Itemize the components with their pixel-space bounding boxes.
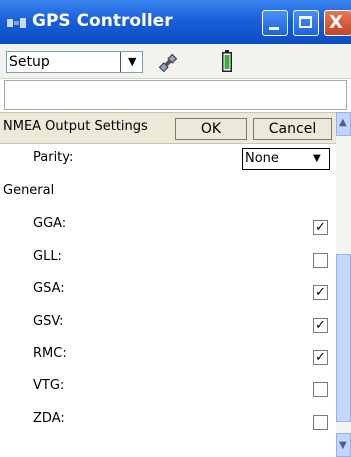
chevron-down-icon: ▼ (313, 153, 321, 164)
rmc-checkbox[interactable]: ✓ (313, 350, 328, 365)
parity-dropdown-value: None (245, 151, 279, 166)
maximize-icon (299, 16, 312, 28)
chevron-down-icon: ▼ (128, 55, 137, 68)
mode-dropdown-value: Setup (9, 54, 50, 70)
settings-header: NMEA Output Settings OK Cancel (0, 112, 336, 144)
close-icon: X (329, 12, 343, 33)
ok-button[interactable]: OK (175, 118, 247, 140)
gsv-checkbox[interactable]: ✓ (313, 318, 328, 333)
gps-app-icon (6, 16, 28, 30)
sentence-label-vtg: VTG: (33, 378, 65, 393)
sentence-label-gll: GLL: (33, 249, 62, 264)
dropdown-separator (120, 52, 121, 72)
battery-icon (222, 50, 232, 72)
general-heading: General (3, 183, 55, 198)
sentence-label-rmc: RMC: (33, 346, 67, 361)
satellite-icon[interactable] (157, 52, 179, 74)
toolbar: Setup ▼ (0, 44, 351, 79)
minimize-button[interactable] (262, 10, 288, 36)
chevron-down-icon: ▼ (339, 440, 347, 451)
chevron-up-icon: ▲ (339, 117, 347, 128)
sentence-label-gsa: GSA: (33, 281, 65, 296)
sentence-label-gsv: GSV: (33, 314, 64, 329)
close-button[interactable]: X (324, 10, 351, 36)
gsa-checkbox[interactable]: ✓ (313, 285, 328, 300)
vtg-checkbox[interactable] (313, 382, 328, 397)
gga-checkbox[interactable]: ✓ (313, 220, 328, 235)
cancel-button[interactable]: Cancel (253, 118, 332, 140)
gll-checkbox[interactable] (313, 253, 328, 268)
window-title: GPS Controller (32, 11, 173, 31)
mode-dropdown[interactable]: Setup ▼ (6, 51, 143, 73)
zda-checkbox[interactable] (313, 415, 328, 430)
sentence-label-gga: GGA: (33, 216, 67, 231)
settings-title: NMEA Output Settings (3, 119, 148, 134)
parity-dropdown[interactable]: None ▼ (242, 148, 330, 170)
minimize-icon (269, 27, 279, 30)
vertical-scrollbar[interactable]: ▲ ▼ (336, 112, 351, 457)
title-bar: GPS Controller X (0, 0, 351, 44)
scroll-up-button[interactable]: ▲ (336, 112, 351, 136)
status-field (4, 80, 347, 110)
parity-label: Parity: (33, 150, 74, 165)
scroll-down-button[interactable]: ▼ (336, 433, 351, 457)
scroll-thumb[interactable] (336, 254, 351, 422)
maximize-button[interactable] (293, 10, 319, 36)
sentence-label-zda: ZDA: (33, 411, 65, 426)
